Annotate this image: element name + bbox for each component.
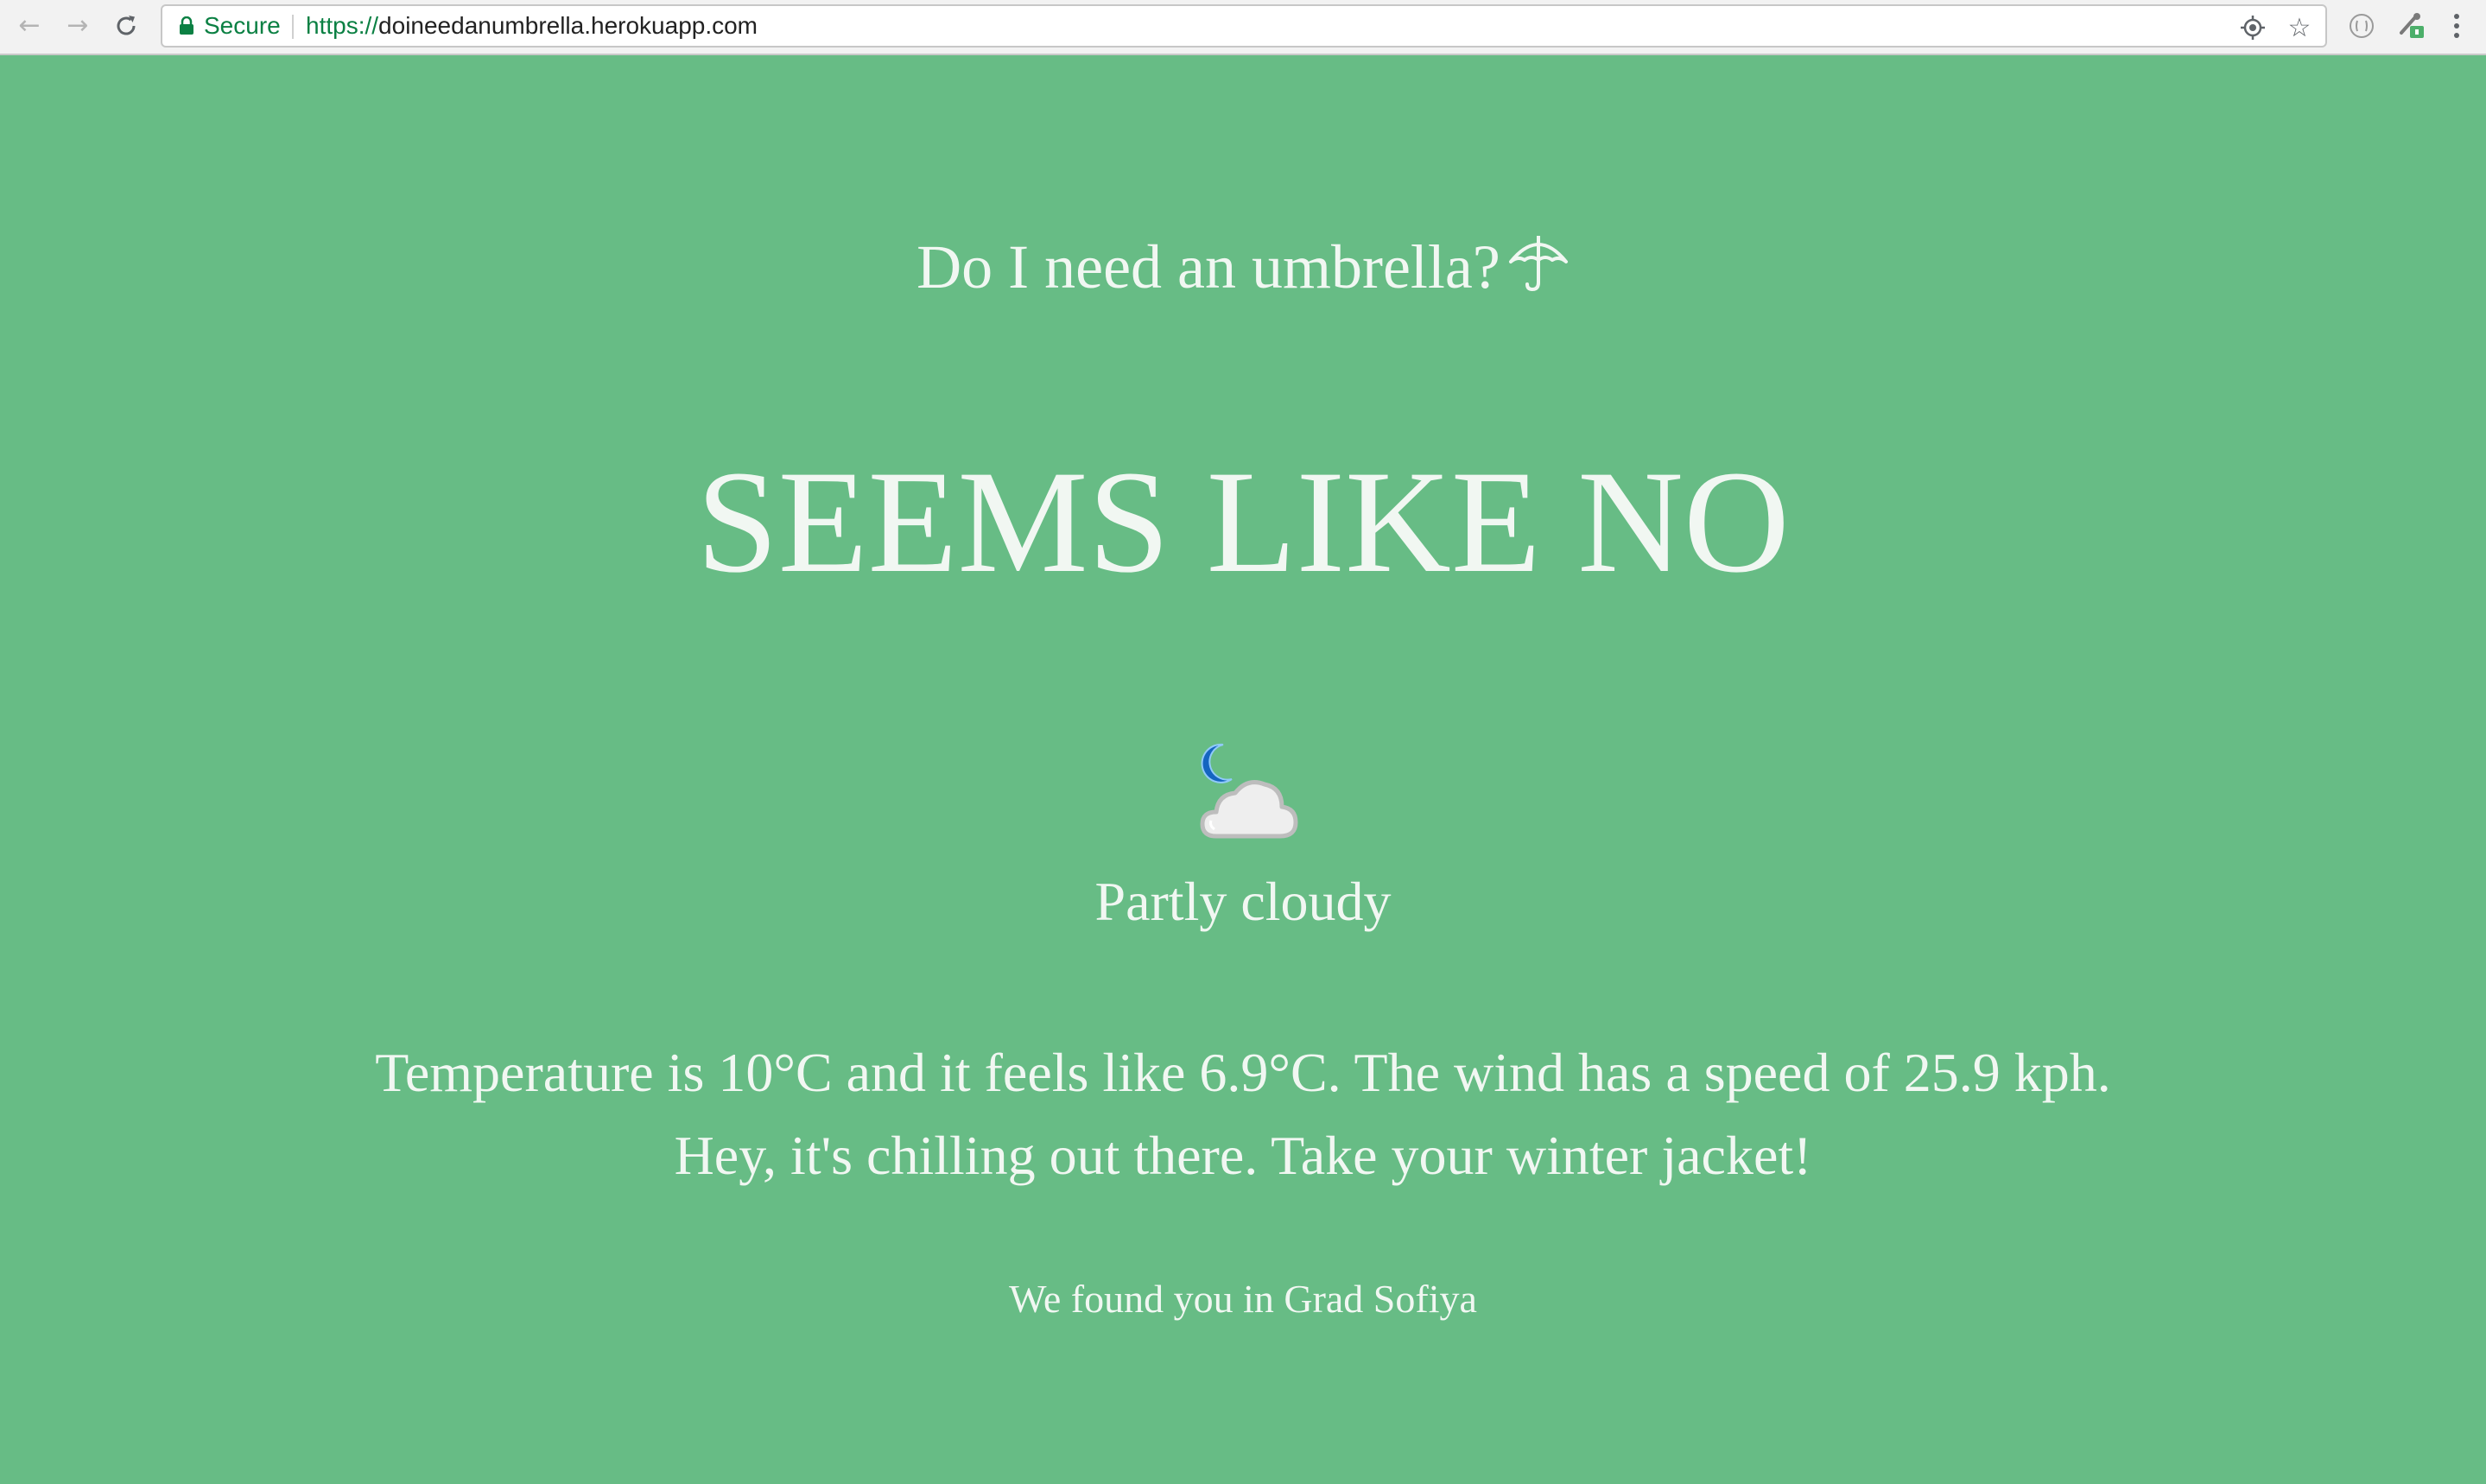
extension-icon[interactable] <box>2394 9 2429 43</box>
page-title: Do I need an umbrella? <box>0 228 2486 306</box>
weather-condition: Partly cloudy <box>1094 871 1392 932</box>
partly-cloudy-night-icon <box>1200 743 1298 839</box>
url-host: doineedanumbrella.herokuapp.com <box>378 12 758 39</box>
weather-details: Temperature is 10°C and it feels like 6.… <box>0 1031 2486 1197</box>
star-icon[interactable]: ☆ <box>2286 13 2313 43</box>
url-scheme: https:// <box>306 12 379 39</box>
page-body: Do I need an umbrella? SEEMS LIKE NO Par… <box>0 55 2486 1484</box>
secure-label: Secure <box>204 12 281 39</box>
location-text: We found you in Grad Sofiya <box>1009 1277 1477 1321</box>
details-line: Hey, it's chilling out there. Take your … <box>674 1125 1812 1186</box>
url-text[interactable]: https://doineedanumbrella.herokuapp.com <box>306 13 758 39</box>
question-text: Do I need an umbrella? <box>916 232 1500 301</box>
back-arrow-icon[interactable]: ← <box>12 9 47 43</box>
umbrella-icon <box>1508 236 1568 292</box>
omnibox-divider <box>292 15 294 39</box>
reload-icon[interactable] <box>109 9 143 43</box>
location-icon[interactable] <box>2239 14 2267 41</box>
details-line: Temperature is 10°C and it feels like 6.… <box>375 1042 2111 1103</box>
forward-arrow-icon[interactable]: → <box>60 9 95 43</box>
address-bar[interactable]: Secure https://doineedanumbrella.herokua… <box>161 4 2327 48</box>
lock-icon <box>180 16 193 35</box>
browser-toolbar: ← → Secure https://doineedanumbrella.her… <box>0 0 2486 55</box>
answer-heading: SEEMS LIKE NO <box>696 441 1790 603</box>
extension-icon[interactable] <box>2344 9 2379 43</box>
menu-icon[interactable] <box>2439 9 2474 43</box>
